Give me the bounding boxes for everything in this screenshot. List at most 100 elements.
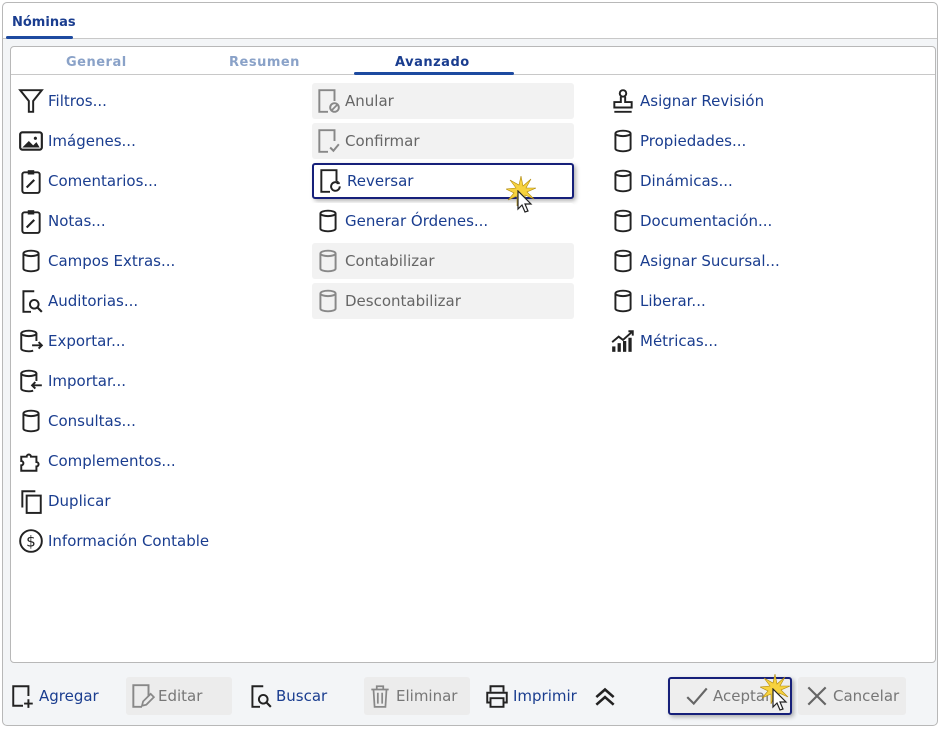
item-label: Auditorias... (48, 292, 139, 310)
copy-icon (18, 488, 44, 514)
tab-underline (6, 36, 73, 39)
item-label: Complementos... (48, 452, 176, 470)
document-check-icon (315, 128, 340, 154)
col1-item-comentarios[interactable]: Comentarios... (18, 163, 158, 199)
item-label: Exportar... (48, 332, 126, 350)
item-label: Anular (345, 92, 394, 110)
item-label: Importar... (48, 372, 127, 390)
col1-item-duplicar[interactable]: Duplicar (18, 483, 111, 519)
item-label: Métricas... (640, 332, 718, 350)
col1-item-notas[interactable]: Notas... (18, 203, 106, 239)
item-label: Dinámicas... (640, 172, 733, 190)
search-label: Buscar (276, 687, 328, 705)
col1-item-información-contable[interactable]: Información Contable (18, 523, 209, 559)
database-icon (610, 128, 636, 154)
col3-item-asignar-revisión[interactable]: Asignar Revisión (610, 83, 764, 119)
database-icon (18, 408, 44, 434)
edit-icon (129, 682, 155, 710)
col3-item-métricas[interactable]: Métricas... (610, 323, 718, 359)
dollar-icon (18, 528, 44, 554)
subtab-underline (354, 72, 514, 75)
item-label: Liberar... (640, 292, 706, 310)
print-label: Imprimir (513, 687, 577, 705)
image-icon (18, 128, 44, 154)
puzzle-icon (18, 448, 44, 474)
cursor-icon (772, 688, 788, 712)
tab-nominas[interactable]: Nóminas (12, 15, 76, 30)
add-button[interactable]: Agregar (10, 677, 99, 715)
chevron-double-up-icon (595, 687, 615, 706)
clipboard-edit-icon (18, 168, 44, 194)
database-icon (315, 288, 341, 314)
item-label: Información Contable (48, 532, 210, 550)
col1-item-consultas[interactable]: Consultas... (18, 403, 136, 439)
col1-item-exportar[interactable]: Exportar... (18, 323, 125, 359)
item-label: Campos Extras... (48, 252, 176, 270)
database-icon (610, 248, 636, 274)
database-icon (18, 248, 44, 274)
close-icon (807, 686, 827, 706)
item-label: Documentación... (640, 212, 773, 230)
database-icon (315, 248, 341, 274)
delete-button[interactable]: Eliminar (364, 677, 470, 715)
search-icon (247, 682, 273, 710)
item-label: Descontabilizar (345, 292, 461, 310)
item-label: Consultas... (48, 412, 136, 430)
col1-item-complementos[interactable]: Complementos... (18, 443, 176, 479)
col1-item-auditorias[interactable]: Auditorias... (18, 283, 138, 319)
print-button[interactable]: Imprimir (484, 677, 577, 715)
clipboard-edit-icon (18, 208, 44, 234)
cancel-button[interactable]: Cancelar (798, 677, 906, 715)
edit-button[interactable]: Editar (126, 677, 232, 715)
col3-item-propiedades[interactable]: Propiedades... (610, 123, 746, 159)
edit-label: Editar (158, 687, 203, 705)
database-export-icon (18, 328, 44, 354)
item-label: Confirmar (345, 132, 420, 150)
item-label: Comentarios... (48, 172, 158, 190)
col2-item-anular[interactable]: Anular (312, 83, 574, 119)
delete-label: Eliminar (396, 687, 458, 705)
collapse-button[interactable] (592, 677, 621, 715)
database-icon (315, 208, 341, 234)
col1-item-campos-extras[interactable]: Campos Extras... (18, 243, 175, 279)
item-label: Reversar (347, 172, 414, 190)
cancel-label: Cancelar (833, 687, 900, 705)
filter-icon (18, 88, 44, 114)
item-label: Filtros... (48, 92, 107, 110)
main-tabbar: Nóminas (3, 3, 937, 39)
add-icon (12, 685, 33, 708)
audit-search-icon (18, 288, 44, 314)
chart-icon (610, 328, 636, 354)
subtab-avanzado[interactable]: Avanzado (395, 55, 470, 70)
document-cancel-icon (315, 88, 340, 114)
subtab-general[interactable]: General (66, 55, 127, 70)
printer-icon (486, 685, 508, 708)
col2-item-descontabilizar[interactable]: Descontabilizar (312, 283, 574, 319)
subtab-resumen[interactable]: Resumen (229, 55, 300, 70)
trash-icon (371, 685, 389, 708)
stamp-icon (610, 88, 636, 114)
col2-item-generar-órdenes[interactable]: Generar Órdenes... (312, 203, 574, 239)
add-label: Agregar (39, 687, 99, 705)
item-label: Duplicar (48, 492, 111, 510)
col3-item-liberar[interactable]: Liberar... (610, 283, 706, 319)
col2-item-contabilizar[interactable]: Contabilizar (312, 243, 574, 279)
search-button[interactable]: Buscar (247, 677, 327, 715)
database-icon (610, 288, 636, 314)
item-label: Propiedades... (640, 132, 747, 150)
database-icon (610, 208, 636, 234)
document-revert-icon (317, 168, 341, 194)
col3-item-asignar-sucursal[interactable]: Asignar Sucursal... (610, 243, 780, 279)
subtab-bar: General Resumen Avanzado (11, 47, 935, 75)
database-import-icon (18, 368, 44, 394)
col2-item-confirmar[interactable]: Confirmar (312, 123, 574, 159)
database-icon (610, 168, 636, 194)
item-label: Contabilizar (345, 252, 435, 270)
col1-item-filtros[interactable]: Filtros... (18, 83, 107, 119)
item-label: Imágenes... (48, 132, 136, 150)
col1-item-importar[interactable]: Importar... (18, 363, 126, 399)
col1-item-imágenes[interactable]: Imágenes... (18, 123, 136, 159)
col3-item-documentación[interactable]: Documentación... (610, 203, 772, 239)
col3-item-dinámicas[interactable]: Dinámicas... (610, 163, 733, 199)
item-label: Asignar Revisión (640, 92, 765, 110)
